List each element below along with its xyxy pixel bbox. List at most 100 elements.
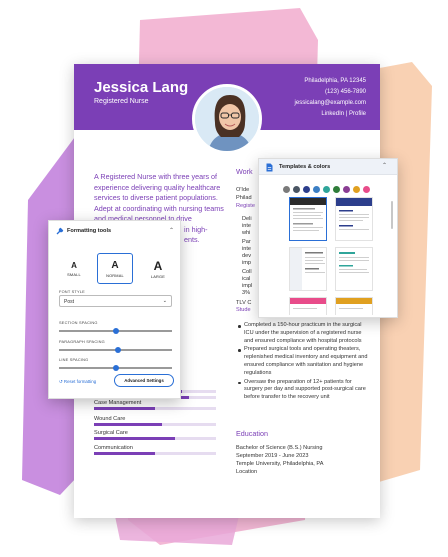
contact-phone: (123) 456-7890: [324, 89, 366, 95]
templates-panel-header[interactable]: Templates & colors ⌃: [259, 159, 397, 175]
template-preview: [336, 198, 372, 230]
work-fragment: dev: [242, 253, 252, 259]
template-thumbnail[interactable]: [335, 247, 373, 291]
reset-icon: ↺: [59, 379, 63, 384]
paragraph-spacing-slider[interactable]: [59, 346, 172, 353]
education-school: Temple University, Philadelphia, PA: [236, 461, 324, 467]
resume-contact: Philadelphia, PA 12345 (123) 456-7890 je…: [295, 76, 366, 120]
education-degree: Bachelor of Science (B.S.) Nursing: [236, 445, 323, 451]
skill-bar-fill: [94, 423, 163, 426]
tools-icon: [56, 227, 64, 235]
font-size-large-label: LARGE: [150, 274, 166, 279]
skill-bar-track: [94, 452, 216, 455]
formatting-panel-header[interactable]: Formatting tools ⌃: [49, 221, 180, 243]
list-item: Completed a 150-hour practicum in the su…: [236, 322, 370, 345]
font-size-normal-glyph: A: [111, 260, 119, 271]
templates-panel-title: Templates & colors: [279, 164, 331, 170]
summary-fragment: ents.: [184, 235, 200, 244]
font-style-select[interactable]: Post ⌄: [59, 295, 172, 307]
skill-label: Communication: [94, 445, 133, 451]
education-heading: Education: [236, 429, 268, 438]
color-swatch[interactable]: [363, 186, 370, 193]
color-swatch[interactable]: [303, 186, 310, 193]
slider-handle[interactable]: [112, 327, 119, 334]
slider-handle[interactable]: [114, 346, 122, 353]
chevron-up-icon[interactable]: ⌃: [382, 162, 387, 169]
color-swatch[interactable]: [313, 186, 320, 193]
contact-address: Philadelphia, PA 12345: [304, 78, 366, 84]
color-swatch[interactable]: [333, 186, 340, 193]
template-preview: [290, 248, 325, 290]
font-size-small-label: SMALL: [67, 272, 81, 277]
contact-links: LinkedIn | Profile: [321, 111, 366, 117]
resume-title: Registered Nurse: [94, 98, 149, 105]
font-size-large-glyph: A: [153, 259, 163, 273]
skill-bar-fill: [94, 452, 155, 455]
chevron-up-icon[interactable]: ⌃: [169, 227, 174, 234]
template-preview: [336, 248, 372, 290]
work-fragment: O'Ide: [236, 187, 250, 193]
work-fragment: whi: [242, 230, 251, 236]
template-thumbnail[interactable]: [335, 197, 373, 241]
formatting-tools-panel: Formatting tools ⌃ A SMALL A NORMAL A LA…: [48, 220, 181, 399]
contact-email: jessicalang@example.com: [294, 100, 366, 106]
document-icon: [266, 163, 273, 172]
reset-formatting-link[interactable]: ↺ Reset formatting: [59, 379, 96, 385]
skill-label: Wound Care: [94, 416, 126, 422]
skill-bar-fill: [94, 437, 175, 440]
work-fragment: Philad: [236, 195, 252, 201]
font-size-small-glyph: A: [71, 261, 77, 270]
list-item: Prepared surgical tools and operating th…: [236, 346, 370, 377]
chevron-down-icon: ⌄: [162, 297, 167, 304]
template-thumbnail[interactable]: [289, 297, 327, 315]
resume-summary: A Registered Nurse with three years of e…: [94, 172, 234, 225]
education-location: Location: [236, 469, 258, 475]
skill-bar-track: [94, 437, 216, 440]
font-size-normal-label: NORMAL: [106, 273, 124, 278]
section-spacing-slider[interactable]: [59, 327, 172, 334]
template-thumbnail[interactable]: [289, 197, 327, 241]
skill-label: Case Management: [94, 400, 142, 406]
line-spacing-label: LINE SPACING: [59, 357, 89, 362]
list-item: Oversaw the preparation of 12+ patients …: [236, 379, 370, 402]
color-swatch[interactable]: [283, 186, 290, 193]
work-fragment: ical: [242, 276, 251, 282]
template-thumbnail[interactable]: [289, 247, 327, 291]
color-swatch[interactable]: [323, 186, 330, 193]
work-fragment: TLV C: [236, 300, 252, 306]
template-preview: [336, 298, 372, 309]
font-size-normal-button[interactable]: A NORMAL: [97, 253, 133, 284]
work-fragment: Registe: [236, 203, 255, 209]
advanced-settings-button[interactable]: Advanced Settings: [114, 374, 174, 387]
font-style-value: Post: [64, 298, 75, 305]
skill-bar-track: [94, 423, 216, 426]
section-spacing-label: SECTION SPACING: [59, 320, 98, 325]
template-scrollbar[interactable]: [391, 201, 393, 229]
avatar: [192, 84, 262, 154]
color-swatch[interactable]: [293, 186, 300, 193]
work-fragment: impl: [242, 283, 253, 289]
font-style-label: FONT STYLE: [59, 289, 85, 294]
templates-colors-panel: Templates & colors ⌃: [258, 158, 398, 318]
skill-bar-fill: [94, 407, 155, 410]
experience-bullets: Completed a 150-hour practicum in the su…: [236, 322, 370, 403]
font-size-large-button[interactable]: A LARGE: [141, 255, 175, 283]
color-swatch[interactable]: [343, 186, 350, 193]
font-size-small-button[interactable]: A SMALL: [57, 255, 91, 283]
summary-fragment: in high-: [184, 225, 208, 234]
resume-name: Jessica Lang: [94, 79, 189, 96]
line-spacing-slider[interactable]: [59, 364, 172, 371]
summary-text: A Registered Nurse with three years of e…: [94, 172, 224, 223]
template-grid: [289, 197, 379, 315]
work-fragment: 3%: [242, 290, 251, 296]
template-preview: [290, 298, 326, 309]
education-dates: September 2019 - June 2023: [236, 453, 309, 459]
work-fragment: inte: [242, 223, 252, 229]
slider-handle[interactable]: [112, 364, 119, 371]
work-fragment: imp: [242, 260, 252, 266]
color-swatch[interactable]: [353, 186, 360, 193]
template-thumbnail[interactable]: [335, 297, 373, 315]
skill-bar-track: [94, 407, 216, 410]
formatting-panel-title: Formatting tools: [67, 228, 112, 234]
paragraph-spacing-label: PARAGRAPH SPACING: [59, 339, 105, 344]
